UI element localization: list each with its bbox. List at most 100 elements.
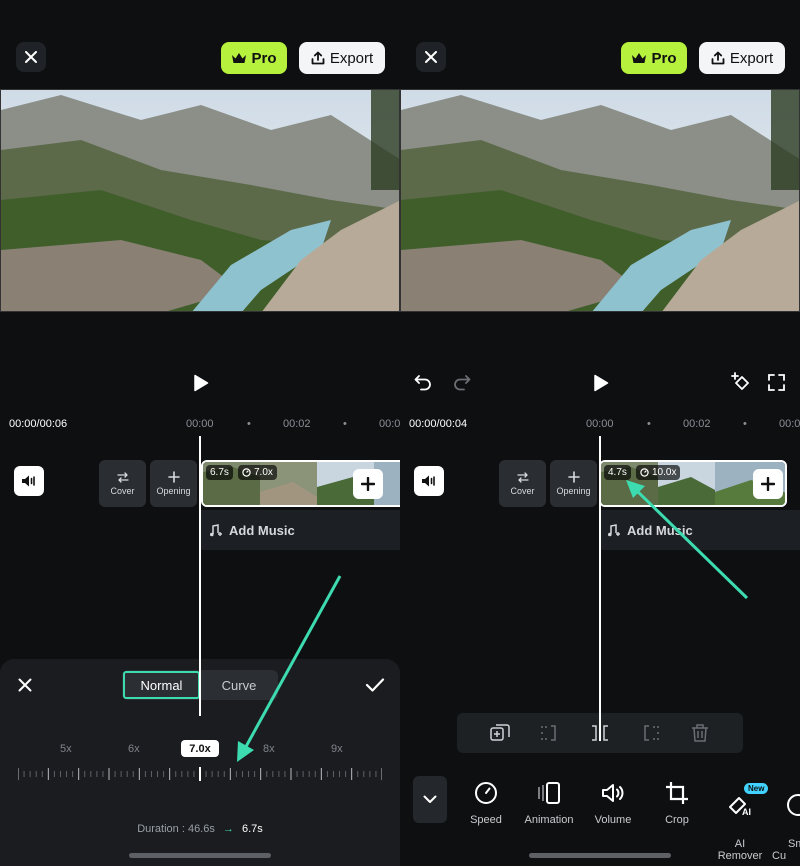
split-right-icon[interactable]: [639, 723, 661, 743]
close-icon[interactable]: [18, 678, 32, 692]
clip-duration-tag: 4.7s: [604, 465, 631, 480]
video-clip[interactable]: 6.7s 7.0x: [201, 460, 400, 507]
mute-toggle-button[interactable]: [14, 466, 44, 496]
volume-icon: [602, 784, 624, 802]
redo-icon[interactable]: [453, 373, 471, 391]
speed-scale-label: 9x: [331, 743, 343, 755]
export-button[interactable]: Export: [699, 42, 785, 74]
play-icon[interactable]: [193, 374, 209, 392]
video-preview[interactable]: [0, 89, 400, 312]
add-music-track[interactable]: Add Music: [599, 510, 800, 550]
add-clip-button[interactable]: [353, 469, 383, 499]
tool-ai-remover[interactable]: AI New AI Remover: [710, 777, 770, 862]
current-speed-indicator: 7.0x: [181, 740, 219, 757]
play-icon[interactable]: [593, 374, 609, 392]
export-label: Export: [729, 49, 774, 67]
music-note-icon: [210, 523, 222, 536]
cover-button[interactable]: Cover: [99, 460, 146, 507]
duration-arrow: →: [222, 823, 234, 835]
tab-normal[interactable]: Normal: [123, 671, 200, 699]
mountain-valley-image: [401, 90, 799, 311]
svg-text:AI: AI: [742, 807, 751, 817]
speed-scale-label: 8x: [263, 743, 275, 755]
duration-info: Duration : 46.6s → 6.7s: [0, 823, 400, 835]
speed-gauge-icon: [640, 468, 649, 477]
tab-curve[interactable]: Curve: [202, 671, 276, 699]
mountain-valley-image: [1, 90, 399, 311]
playhead[interactable]: [599, 436, 601, 741]
plus-icon: [761, 477, 775, 491]
add-music-label: Add Music: [627, 522, 693, 538]
pro-label: Pro: [651, 49, 677, 67]
tool-volume[interactable]: Volume: [583, 777, 643, 826]
mute-toggle-button[interactable]: [414, 466, 444, 496]
video-preview[interactable]: [400, 89, 800, 312]
time-display: 00:00/00:04: [409, 418, 468, 430]
tool-speed[interactable]: Speed: [456, 777, 516, 826]
swap-icon: [516, 471, 529, 483]
tool-label: AI Remover: [717, 838, 763, 862]
timeline-ruler: 00:00/00:06 00:00 • 00:02 • 00:0: [9, 418, 400, 430]
duration-original: Duration : 46.6s: [137, 823, 215, 835]
upload-icon: [711, 51, 725, 65]
tool-label: Volume: [594, 814, 632, 826]
add-music-track[interactable]: Add Music: [201, 510, 400, 550]
clip-speed-label: 7.0x: [254, 467, 273, 478]
home-indicator: [129, 853, 271, 858]
crown-icon: [232, 53, 247, 63]
opening-button[interactable]: Opening: [150, 460, 197, 507]
swap-icon: [116, 471, 129, 483]
cover-label: Cover: [110, 485, 135, 496]
opening-label: Opening: [556, 486, 591, 496]
add-clip-button[interactable]: [753, 469, 783, 499]
tool-label: Crop: [665, 814, 689, 826]
trash-icon[interactable]: [689, 723, 711, 743]
tool-label: Sm Cu: [772, 838, 800, 862]
undo-icon[interactable]: [414, 373, 432, 391]
duplicate-icon[interactable]: [489, 723, 511, 743]
new-badge: New: [744, 783, 769, 794]
tool-crop[interactable]: Crop: [647, 777, 707, 826]
export-label: Export: [329, 49, 374, 67]
upload-icon: [311, 51, 325, 65]
playback-controls: [400, 368, 800, 398]
chevron-down-icon: [423, 795, 437, 803]
fullscreen-icon[interactable]: [768, 374, 785, 391]
cover-label: Cover: [510, 485, 535, 496]
ruler-label: 00:02: [283, 418, 311, 430]
timeline-ruler: 00:00/00:04 00:00 • 00:02 • 00:0: [409, 418, 800, 430]
speed-scale-label: 5x: [60, 743, 72, 755]
split-left-icon[interactable]: [539, 723, 561, 743]
keyframe-add-icon[interactable]: [731, 372, 753, 394]
speed-slider[interactable]: [18, 767, 382, 781]
close-button[interactable]: [416, 42, 446, 72]
pro-button[interactable]: Pro: [621, 42, 687, 74]
export-button[interactable]: Export: [299, 42, 385, 74]
tool-label: Animation: [524, 814, 574, 826]
duration-new: 6.7s: [241, 823, 263, 835]
tool-smart-cut[interactable]: Sm Cu: [772, 777, 800, 862]
close-icon: [25, 51, 37, 63]
add-music-label: Add Music: [229, 522, 295, 538]
animation-icon: [538, 782, 560, 804]
collapse-button[interactable]: [413, 776, 447, 823]
clip-duration-tag: 6.7s: [206, 465, 233, 480]
ruler-label: 00:02: [683, 418, 711, 430]
home-indicator: [529, 853, 671, 858]
plus-icon: [361, 477, 375, 491]
ai-remover-icon: AI: [729, 797, 751, 817]
opening-button[interactable]: Opening: [550, 460, 597, 507]
tool-animation[interactable]: Animation: [519, 777, 579, 826]
ruler-label: 00:0: [779, 418, 800, 430]
close-button[interactable]: [16, 42, 46, 72]
confirm-check-icon[interactable]: [365, 677, 385, 693]
speed-icon: [475, 782, 497, 804]
playhead[interactable]: [199, 436, 201, 716]
cover-button[interactable]: Cover: [499, 460, 546, 507]
speed-gauge-icon: [242, 468, 251, 477]
ruler-label: 00:00: [186, 418, 214, 430]
video-clip[interactable]: 4.7s 10.0x: [599, 460, 787, 507]
pro-button[interactable]: Pro: [221, 42, 287, 74]
playback-controls: [0, 368, 400, 398]
speed-scale-label: 6x: [128, 743, 140, 755]
